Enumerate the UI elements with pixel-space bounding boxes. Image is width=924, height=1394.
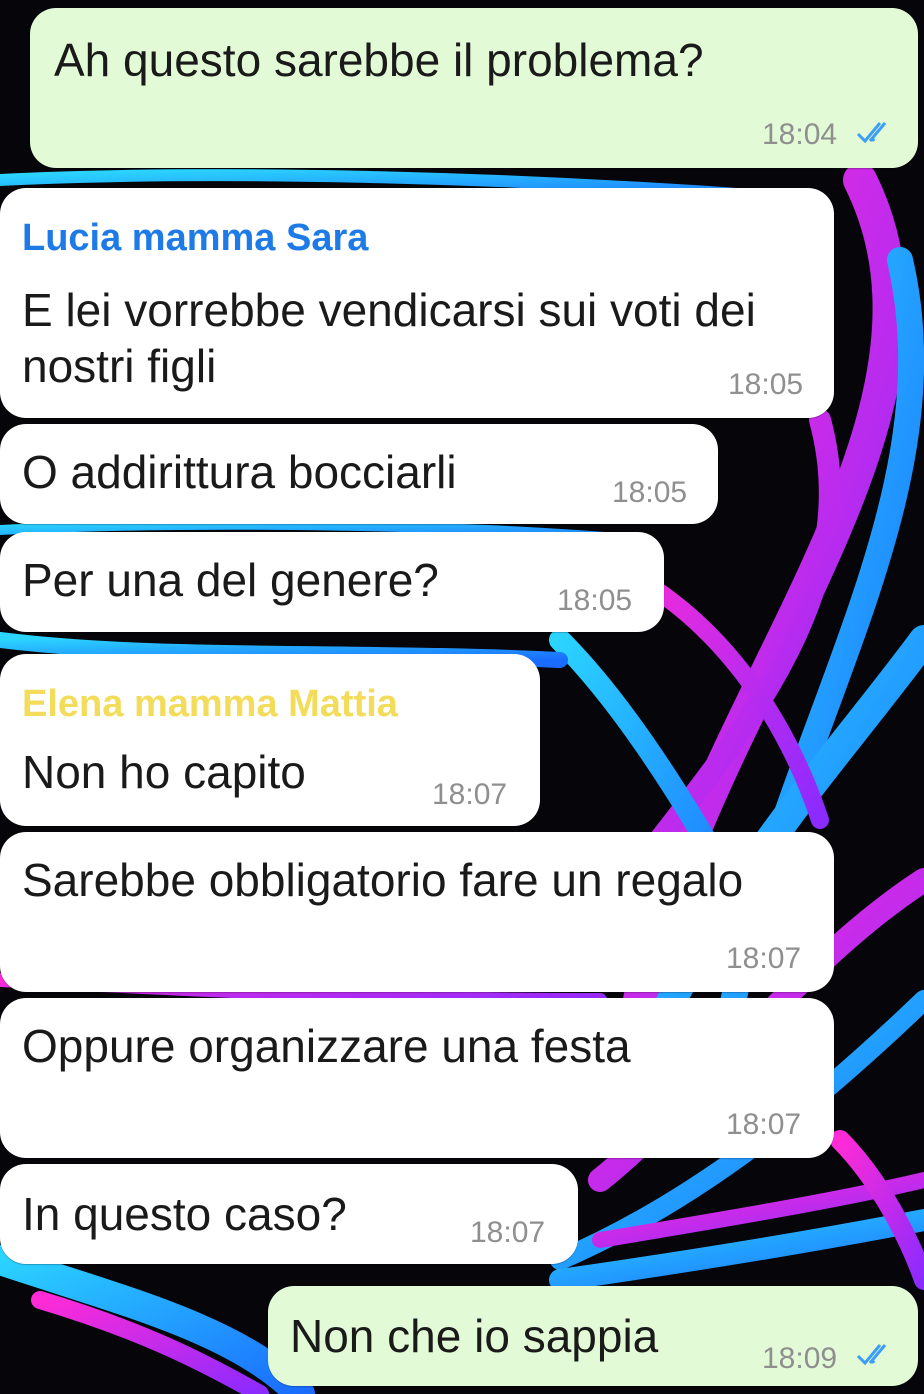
message-text: In questo caso? [22,1188,347,1240]
sender-name[interactable]: Lucia mamma Sara [22,216,368,260]
message-bubble-incoming[interactable]: Lucia mamma Sara E lei vorrebbe vendicar… [0,188,834,418]
sender-name[interactable]: Elena mamma Mattia [22,682,398,726]
message-bubble-outgoing[interactable]: Ah questo sarebbe il problema? 18:04 [30,8,918,168]
message-text: O addirittura bocciarli [22,446,457,498]
message-text: Non ho capito [22,746,306,798]
message-timestamp: 18:07 [470,1216,546,1249]
message-timestamp: 18:05 [612,476,688,509]
message-timestamp: 18:09 [762,1342,838,1375]
message-bubble-incoming[interactable]: Per una del genere? 18:05 [0,532,664,632]
message-timestamp: 18:05 [728,368,804,401]
message-text: Ah questo sarebbe il problema? [54,34,704,86]
message-timestamp: 18:04 [762,118,838,151]
message-timestamp: 18:07 [726,1108,802,1141]
message-text: Per una del genere? [22,554,439,606]
message-text: Non che io sappia [290,1310,659,1362]
message-text: E lei vorrebbe vendicarsi sui voti dei n… [22,284,756,392]
message-timestamp: 18:07 [726,942,802,975]
message-timestamp: 18:05 [557,584,633,617]
message-timestamp: 18:07 [432,778,508,811]
double-check-icon [856,122,887,144]
message-bubble-incoming[interactable]: O addirittura bocciarli 18:05 [0,424,718,524]
message-bubble-outgoing[interactable]: Non che io sappia 18:09 [268,1286,918,1386]
message-text: Oppure organizzare una festa [22,1020,631,1072]
message-bubble-incoming[interactable]: In questo caso? 18:07 [0,1164,578,1264]
message-bubble-incoming[interactable]: Oppure organizzare una festa 18:07 [0,998,834,1158]
message-text: Sarebbe obbligatorio fare un regalo [22,854,744,906]
message-bubble-incoming[interactable]: Elena mamma Mattia Non ho capito 18:07 [0,654,540,826]
double-check-icon [856,1344,887,1366]
message-bubble-incoming[interactable]: Sarebbe obbligatorio fare un regalo 18:0… [0,832,834,992]
